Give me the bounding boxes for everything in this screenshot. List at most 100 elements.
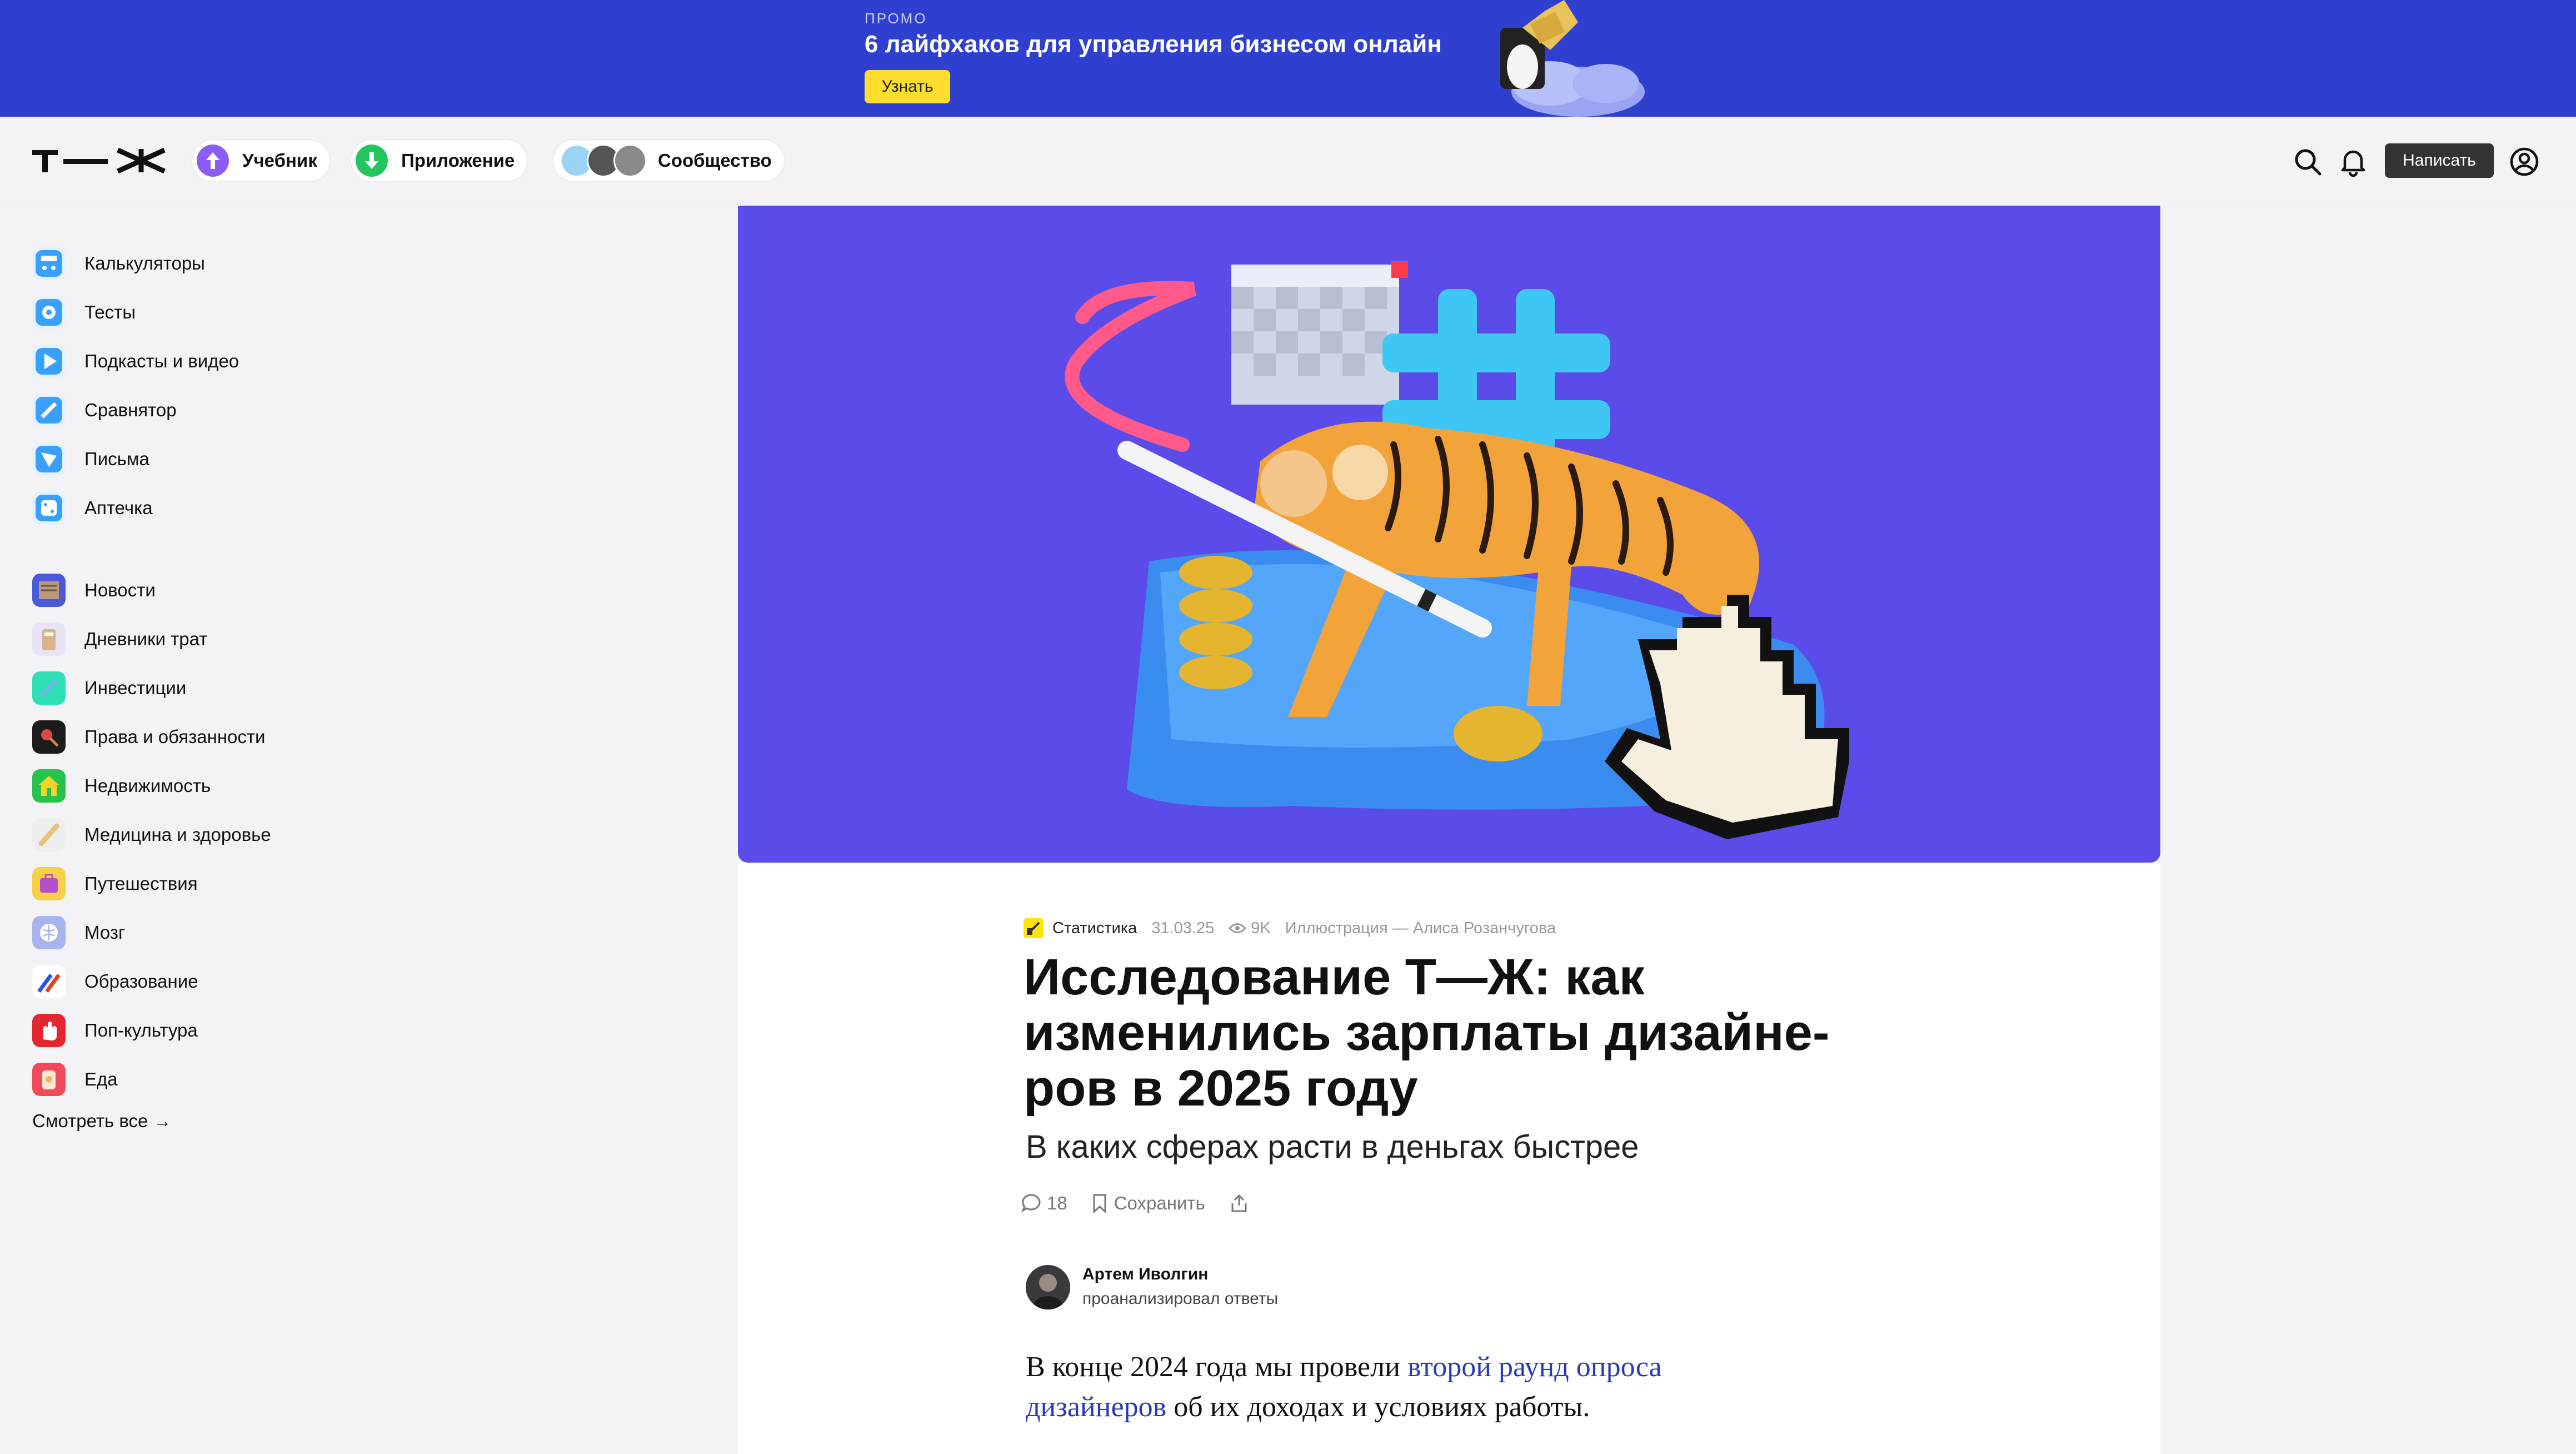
sidebar-item-label: Тесты: [84, 302, 136, 322]
search-icon[interactable]: [2293, 147, 2323, 177]
article-meta: Статистика 31.03.25 9K Иллюстрация — Али…: [1024, 918, 1556, 938]
article-subtitle: В каких сферах расти в деньгах быстрее: [1026, 1129, 1639, 1165]
sidebar-item-label: Образование: [84, 971, 198, 992]
article-cover-image: [738, 206, 2160, 863]
save-button[interactable]: Сохранить: [1092, 1193, 1205, 1214]
sidebar-item-rights[interactable]: Права и обязанности: [32, 713, 343, 761]
share-button[interactable]: [1230, 1193, 1249, 1213]
sidebar-item-travel[interactable]: Путешествия: [32, 859, 343, 908]
medicine-icon: [32, 818, 66, 852]
sidebar-item-label: Новости: [84, 580, 156, 600]
sidebar-item-first-aid[interactable]: Аптечка: [32, 484, 343, 532]
first-aid-icon: [32, 491, 66, 525]
promo-learn-button[interactable]: Узнать: [865, 70, 950, 103]
write-button[interactable]: Написать: [2385, 143, 2494, 178]
brain-icon: [32, 916, 66, 949]
arrow-up-icon: [197, 145, 229, 177]
lead-text-before: В конце 2024 года мы провели: [1026, 1351, 1407, 1383]
sidebar-item-real-estate[interactable]: Недвижимость: [32, 761, 343, 810]
article-category-link[interactable]: Статистика: [1052, 919, 1137, 938]
sidebar-item-medicine[interactable]: Медицина и здоровье: [32, 810, 343, 859]
tests-icon: [32, 296, 66, 329]
cover-illustration: [1065, 261, 1849, 839]
promo-banner[interactable]: ПРОМО 6 лайфхаков для управления бизнесо…: [0, 0, 2576, 117]
promo-title[interactable]: 6 лайфхаков для управления бизнесом онла…: [865, 31, 1442, 58]
podcast-icon: [32, 345, 66, 378]
site-header: Учебник Приложение Сообщество Написать: [0, 117, 2576, 206]
sidebar-item-label: Права и обязанности: [84, 726, 266, 747]
comments-count: 18: [1047, 1193, 1067, 1213]
education-icon: [32, 965, 66, 998]
sidebar: Калькуляторы Тесты Подкасты и видео Срав…: [32, 239, 343, 1132]
illustration-credit: Иллюстрация — Алиса Розанчугова: [1285, 919, 1556, 937]
sidebar-item-food[interactable]: Еда: [32, 1055, 343, 1104]
sidebar-item-label: Еда: [84, 1069, 118, 1089]
author-name[interactable]: Артем Иволгин: [1082, 1265, 1208, 1284]
news-icon: [32, 574, 66, 607]
profile-icon[interactable]: [2509, 147, 2539, 177]
app-pill[interactable]: Приложение: [350, 139, 528, 182]
sidebar-item-label: Медицина и здоровье: [84, 824, 271, 845]
sidebar-item-education[interactable]: Образование: [32, 957, 343, 1006]
sidebar-item-label: Мозг: [84, 922, 126, 943]
sidebar-group-topics: Новости Дневники трат Инвестиции Права и…: [32, 566, 343, 1104]
calculator-icon: [32, 247, 66, 280]
author-avatar[interactable]: [1026, 1265, 1070, 1309]
bell-icon[interactable]: [2338, 147, 2368, 177]
sidebar-item-tests[interactable]: Тесты: [32, 288, 343, 337]
sidebar-group-tools: Калькуляторы Тесты Подкасты и видео Срав…: [32, 239, 343, 532]
article-lead-paragraph: В конце 2024 года мы провели второй раун…: [1026, 1347, 1770, 1427]
travel-icon: [32, 867, 66, 900]
textbook-pill[interactable]: Учебник: [191, 139, 331, 182]
sidebar-item-label: Сравнятор: [84, 400, 177, 420]
investments-icon: [32, 671, 66, 705]
textbook-label: Учебник: [242, 150, 317, 171]
sidebar-item-label: Аптечка: [84, 497, 153, 518]
sidebar-item-brain[interactable]: Мозг: [32, 908, 343, 957]
lead-text-after: об их доходах и условиях работы.: [1166, 1391, 1590, 1423]
sidebar-item-pop-culture[interactable]: Поп-культура: [32, 1006, 343, 1055]
promo-illustration: [1500, 0, 1645, 117]
community-avatars: [560, 144, 647, 177]
sidebar-item-diaries[interactable]: Дневники трат: [32, 615, 343, 664]
author-role: проанализировал ответы: [1082, 1289, 1279, 1308]
share-icon: [1231, 1194, 1247, 1212]
sidebar-item-investments[interactable]: Инвестиции: [32, 664, 343, 713]
sidebar-item-calculators[interactable]: Калькуляторы: [32, 239, 343, 288]
bookmark-icon: [1093, 1194, 1106, 1213]
article-actions: 18 Сохранить: [1021, 1193, 1273, 1214]
sidebar-item-label: Поп-культура: [84, 1020, 198, 1040]
food-icon: [32, 1063, 66, 1096]
sidebar-item-comparator[interactable]: Сравнятор: [32, 386, 343, 435]
sidebar-item-news[interactable]: Новости: [32, 566, 343, 615]
comments-button[interactable]: 18: [1021, 1193, 1067, 1214]
article-views: 9K: [1251, 919, 1271, 937]
avatar: [613, 144, 647, 177]
diaries-icon: [32, 623, 66, 656]
sidebar-item-label: Калькуляторы: [84, 253, 205, 273]
sidebar-item-label: Недвижимость: [84, 775, 211, 796]
compare-icon: [32, 394, 66, 427]
rights-icon: [32, 720, 66, 754]
sidebar-item-label: Путешествия: [84, 873, 198, 894]
sidebar-item-letters[interactable]: Письма: [32, 435, 343, 484]
article-title: Исследование Т—Ж: как изменились зарплат…: [1024, 949, 1830, 1117]
real-estate-icon: [32, 769, 66, 803]
community-pill[interactable]: Сообщество: [552, 139, 785, 182]
article-date: 31.03.25: [1151, 919, 1215, 937]
see-all-link[interactable]: Смотреть все →: [32, 1111, 343, 1132]
statistics-icon: [1024, 918, 1044, 938]
app-label: Приложение: [401, 150, 515, 171]
sidebar-item-label: Дневники трат: [84, 629, 208, 649]
tj-logo[interactable]: [32, 148, 168, 173]
sidebar-item-label: Письма: [84, 449, 149, 469]
promo-eyebrow: ПРОМО: [865, 10, 927, 27]
sidebar-divider: [32, 532, 343, 566]
arrow-down-icon: [356, 145, 388, 177]
community-label: Сообщество: [658, 150, 772, 171]
save-label: Сохранить: [1114, 1193, 1205, 1213]
sidebar-item-podcasts[interactable]: Подкасты и видео: [32, 337, 343, 386]
sidebar-item-label: Инвестиции: [84, 678, 187, 698]
promo-text: ПРОМО 6 лайфхаков для управления бизнесо…: [865, 10, 1442, 58]
sidebar-item-label: Подкасты и видео: [84, 351, 239, 371]
